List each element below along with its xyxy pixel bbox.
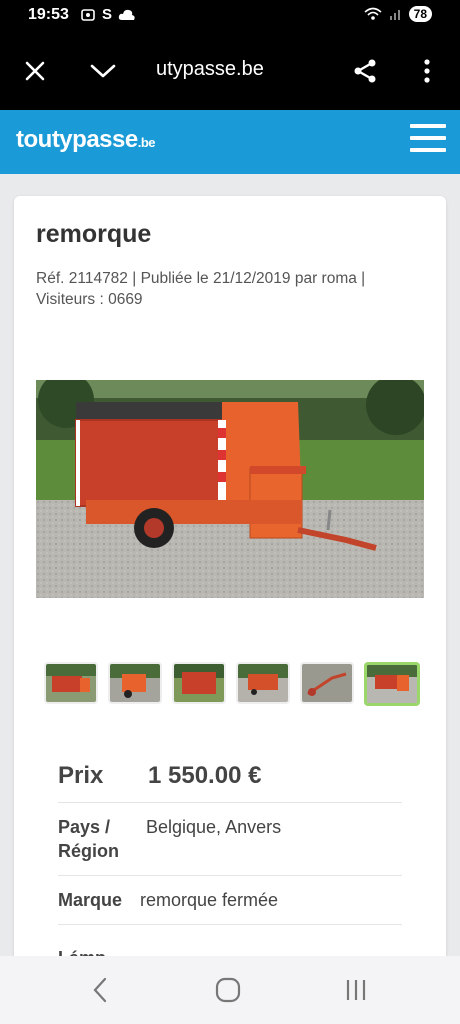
thumbnail-2[interactable] — [108, 662, 162, 704]
listing-title: remorque — [36, 220, 152, 248]
home-icon — [215, 977, 241, 1003]
thumbnail-5[interactable] — [300, 662, 354, 704]
brand-label: Marque — [58, 890, 123, 910]
site-header: toutypasse.be — [0, 110, 460, 174]
details-table: Prix 1 550.00 € Pays / Région Belgique, … — [58, 762, 402, 925]
back-icon — [93, 977, 107, 1003]
s-icon: S — [102, 6, 113, 23]
status-icons-left: S — [80, 6, 136, 23]
system-nav-bar — [0, 956, 460, 1024]
price-row: Prix 1 550.00 € — [58, 762, 402, 803]
country-value: Belgique, Anvers — [146, 817, 282, 837]
country-row: Pays / Région Belgique, Anvers — [58, 803, 402, 876]
dropdown-button[interactable] — [86, 54, 120, 88]
url-text[interactable]: utypasse.be — [156, 58, 264, 81]
signal-icon — [389, 10, 400, 20]
close-button[interactable] — [18, 54, 52, 88]
listing-meta-line1: Réf. 2114782 | Publiée le 21/12/2019 par… — [36, 270, 366, 287]
thumb-image — [46, 664, 96, 702]
status-bar: 19:53 S 78 — [0, 0, 460, 32]
thumbnail-1[interactable] — [44, 662, 98, 704]
thumbnail-4[interactable] — [236, 662, 290, 704]
main-photo[interactable] — [36, 380, 424, 598]
price-label: Prix — [58, 762, 104, 789]
logo-tld: .be — [137, 135, 156, 150]
more-vert-icon — [424, 59, 430, 83]
thumb-image — [302, 664, 352, 702]
wifi-icon — [364, 7, 382, 20]
listing-meta-line2: Visiteurs : 0669 — [36, 291, 143, 308]
listing-card: remorque Réf. 2114782 | Publiée le 21/12… — [14, 196, 446, 996]
listing-meta: Réf. 2114782 | Publiée le 21/12/2019 par… — [36, 268, 426, 310]
home-button[interactable] — [208, 972, 248, 1008]
status-icons-right: 78 — [363, 6, 432, 22]
thumb-image — [367, 665, 417, 703]
close-icon — [25, 61, 45, 81]
brand-row: Marque remorque fermée — [58, 876, 402, 925]
cloud-icon — [118, 9, 135, 20]
share-icon — [354, 59, 376, 83]
menu-button[interactable] — [410, 120, 446, 156]
battery-level: 78 — [408, 6, 432, 22]
back-button[interactable] — [80, 972, 120, 1008]
chevron-down-icon — [90, 64, 116, 78]
share-button[interactable] — [348, 54, 382, 88]
country-label-line2: Région — [58, 841, 119, 861]
brand-value: remorque fermée — [140, 890, 279, 910]
thumbnail-3[interactable] — [172, 662, 226, 704]
thumbnail-strip — [44, 662, 424, 706]
price-value: 1 550.00 € — [148, 762, 262, 789]
screenshot-icon — [81, 8, 95, 21]
thumbnail-6-selected[interactable] — [364, 662, 420, 706]
thumb-image — [110, 664, 160, 702]
browser-toolbar: utypasse.be — [0, 32, 460, 110]
site-logo[interactable]: toutypasse.be — [16, 126, 156, 154]
thumb-image — [238, 664, 288, 702]
thumb-image — [174, 664, 224, 702]
more-menu-button[interactable] — [410, 54, 444, 88]
logo-main: toutypasse — [16, 126, 138, 153]
status-time: 19:53 — [28, 6, 69, 23]
hamburger-icon — [410, 124, 446, 152]
country-label-line1: Pays / — [58, 817, 111, 837]
recents-icon — [346, 980, 366, 1000]
recents-button[interactable] — [336, 972, 376, 1008]
